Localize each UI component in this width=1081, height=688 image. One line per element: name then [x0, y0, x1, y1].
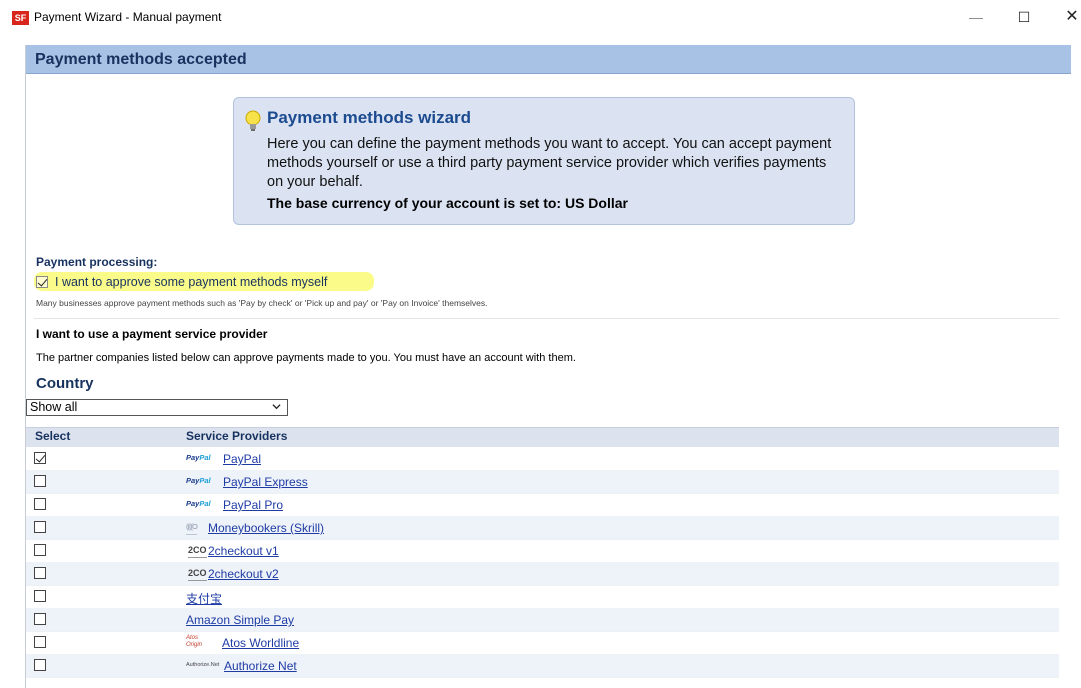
table-row: PayPal PayPal: [26, 447, 1059, 471]
country-select-value: Show all: [30, 400, 78, 414]
paypal-logo-icon: PayPal: [186, 476, 211, 485]
table-row: 支付宝: [26, 585, 1059, 609]
minimize-button[interactable]: —: [965, 6, 987, 28]
atos-logo-icon: Atos Origin: [186, 635, 203, 648]
table-row: 2CO 2checkout v2: [26, 562, 1059, 586]
lightbulb-icon: [245, 110, 261, 131]
paypal-logo-icon: PayPal: [186, 499, 211, 508]
approve-methods-checkbox[interactable]: [36, 276, 48, 288]
provider-link[interactable]: Amazon Simple Pay: [186, 613, 294, 627]
wizard-info-box: Payment methods wizard Here you can defi…: [233, 97, 855, 225]
wizard-description: Here you can define the payment methods …: [267, 136, 832, 190]
provider-link[interactable]: 支付宝: [186, 590, 222, 607]
provider-link[interactable]: Moneybookers (Skrill): [208, 521, 324, 535]
payment-processing-label: Payment processing:: [36, 255, 158, 269]
provider-checkbox[interactable]: [34, 590, 46, 602]
table-row: PayPal PayPal Pro: [26, 493, 1059, 517]
provider-link[interactable]: PayPal Pro: [223, 498, 283, 512]
provider-link[interactable]: Atos Worldline: [222, 636, 299, 650]
table-row: ((((O Moneybookers (Skrill): [26, 516, 1059, 540]
section-header: Payment methods accepted: [26, 45, 1071, 74]
2checkout-logo-icon: 2CO: [188, 566, 207, 581]
approve-hint-text: Many businesses approve payment methods …: [36, 298, 488, 308]
provider-checkbox[interactable]: [34, 544, 46, 556]
provider-checkbox[interactable]: [34, 567, 46, 579]
provider-link[interactable]: PayPal: [223, 452, 261, 466]
column-header-providers: Service Providers: [186, 429, 288, 443]
window-titlebar: SF Payment Wizard - Manual payment — ☐ ✕: [0, 0, 1081, 34]
psp-description: The partner companies listed below can a…: [36, 352, 576, 364]
table-row: 2CO 2checkout v1: [26, 539, 1059, 563]
section-title: Payment methods accepted: [35, 51, 247, 68]
maximize-button[interactable]: ☐: [1013, 6, 1035, 28]
provider-link[interactable]: 2checkout v2: [208, 567, 279, 581]
table-row: PayPal PayPal Express: [26, 470, 1059, 494]
approve-methods-label[interactable]: I want to approve some payment methods m…: [55, 275, 327, 289]
provider-link[interactable]: 2checkout v1: [208, 544, 279, 558]
2checkout-logo-icon: 2CO: [188, 543, 207, 558]
close-button[interactable]: ✕: [1061, 6, 1081, 28]
divider: [34, 318, 1059, 319]
wizard-title: Payment methods wizard: [267, 108, 472, 127]
chevron-down-icon: [272, 404, 281, 410]
provider-checkbox[interactable]: [34, 521, 46, 533]
table-row: Amazon Simple Pay: [26, 608, 1059, 632]
content-panel: Payment methods accepted Payment methods…: [25, 45, 1071, 688]
country-select[interactable]: Show all: [26, 399, 288, 416]
provider-checkbox[interactable]: [34, 452, 46, 464]
provider-checkbox[interactable]: [34, 613, 46, 625]
country-heading: Country: [36, 375, 94, 392]
provider-checkbox[interactable]: [34, 659, 46, 671]
table-row: Authorize.Net Authorize Net: [26, 654, 1059, 678]
provider-checkbox[interactable]: [34, 475, 46, 487]
paypal-logo-icon: PayPal: [186, 453, 211, 462]
provider-checkbox[interactable]: [34, 636, 46, 648]
base-currency-text: The base currency of your account is set…: [267, 195, 628, 211]
app-icon: SF: [12, 11, 29, 25]
table-header: [26, 427, 1059, 447]
provider-checkbox[interactable]: [34, 498, 46, 510]
window-title: Payment Wizard - Manual payment: [34, 10, 222, 24]
provider-link[interactable]: Authorize Net: [224, 659, 297, 673]
psp-heading: I want to use a payment service provider: [36, 327, 268, 341]
authorize-net-logo-icon: Authorize.Net: [186, 662, 220, 668]
column-header-select: Select: [35, 429, 71, 443]
provider-link[interactable]: PayPal Express: [223, 475, 308, 489]
moneybookers-logo-icon: ((((O: [186, 520, 198, 535]
table-row: Atos Origin Atos Worldline: [26, 631, 1059, 655]
